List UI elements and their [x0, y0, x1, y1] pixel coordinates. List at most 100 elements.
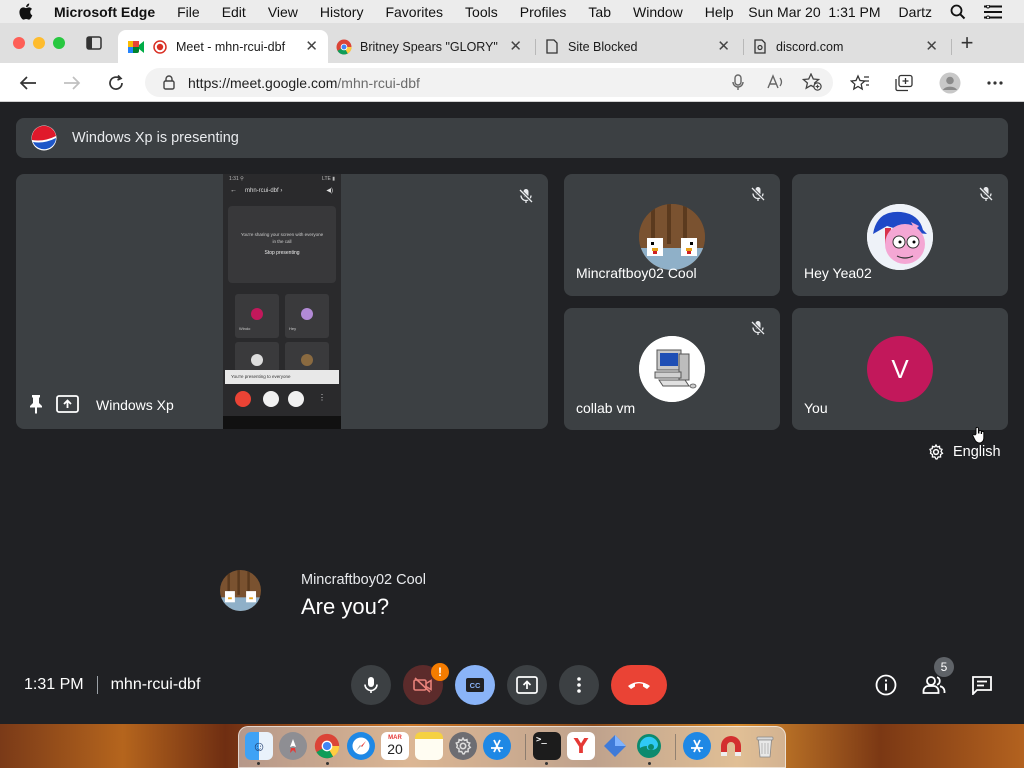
- app-store-icon[interactable]: [483, 732, 511, 760]
- address-bar[interactable]: https://meet.google.com/mhn-rcui-dbf: [145, 68, 833, 97]
- microphone-icon: [364, 677, 378, 693]
- menu-tools[interactable]: Tools: [465, 4, 498, 20]
- favorites-icon[interactable]: [848, 71, 872, 95]
- menu-file[interactable]: File: [177, 4, 200, 20]
- menu-edit[interactable]: Edit: [222, 4, 246, 20]
- phone-nav-bar: [223, 416, 341, 429]
- phone-more-icon: ⋮: [318, 393, 326, 402]
- tab-separator: [535, 39, 536, 55]
- tab-site-blocked[interactable]: Site Blocked ✕: [544, 30, 740, 63]
- menubar-clock[interactable]: Sun Mar 20 1:31 PM: [748, 4, 880, 20]
- back-icon[interactable]: [16, 71, 40, 95]
- tab-actions-icon[interactable]: [82, 31, 106, 55]
- chrome-dock-icon[interactable]: [313, 732, 341, 760]
- phone-stop-presenting: Stop presenting: [264, 250, 300, 256]
- yandex-icon[interactable]: Y: [567, 732, 595, 760]
- system-preferences-icon[interactable]: [449, 732, 477, 760]
- finder-icon[interactable]: ☺: [245, 732, 273, 760]
- app-store-downloads-icon[interactable]: [683, 732, 711, 760]
- computer-avatar: [639, 336, 705, 402]
- mic-off-icon: [750, 186, 768, 204]
- google-meet-icon: [128, 39, 144, 55]
- presenting-banner: Windows Xp is presenting: [16, 118, 1008, 158]
- tab-meet[interactable]: Meet - mhn-rcui-dbf ✕: [118, 30, 328, 63]
- url-text[interactable]: https://meet.google.com/mhn-rcui-dbf: [188, 75, 420, 91]
- chat-icon: [972, 676, 992, 695]
- phone-volume-icon: ◀): [326, 188, 333, 194]
- refresh-icon[interactable]: [104, 71, 128, 95]
- caption-language-selector[interactable]: English: [928, 444, 1001, 460]
- discord-page-icon: [752, 39, 768, 55]
- new-tab-icon[interactable]: +: [955, 30, 979, 55]
- pin-icon[interactable]: [28, 394, 44, 414]
- captions-button[interactable]: CC: [455, 665, 495, 705]
- tab-title: discord.com: [776, 39, 844, 54]
- close-tab-icon[interactable]: ✕: [509, 39, 522, 54]
- participant-tile[interactable]: collab vm: [564, 308, 780, 430]
- calendar-icon[interactable]: MAR 20: [381, 732, 409, 760]
- menu-profiles[interactable]: Profiles: [520, 4, 567, 20]
- close-window-button[interactable]: [13, 37, 25, 49]
- lock-icon[interactable]: [157, 70, 181, 94]
- edge-icon[interactable]: [635, 732, 663, 760]
- microphone-in-use-icon[interactable]: [726, 70, 750, 94]
- participant-tile[interactable]: Hey Yea02: [792, 174, 1008, 296]
- app-name[interactable]: Microsoft Edge: [54, 4, 155, 20]
- read-aloud-icon[interactable]: [764, 70, 788, 94]
- menu-tab[interactable]: Tab: [588, 4, 611, 20]
- caption-text: Are you?: [301, 594, 390, 619]
- tab-title: Meet - mhn-rcui-dbf: [176, 39, 286, 54]
- menu-history[interactable]: History: [320, 4, 364, 20]
- presentation-tile[interactable]: 1:31 ⚲ LTE ▮ ← mhn-rcui-dbf › ◀) You're …: [16, 174, 548, 429]
- forward-icon[interactable]: [60, 71, 84, 95]
- close-tab-icon[interactable]: ✕: [305, 39, 318, 54]
- trash-icon[interactable]: [751, 732, 779, 760]
- notes-icon[interactable]: [415, 732, 443, 760]
- menu-favorites[interactable]: Favorites: [385, 4, 443, 20]
- more-options-button[interactable]: [559, 665, 599, 705]
- divider: [96, 676, 98, 694]
- tab-britney[interactable]: Britney Spears "GLORY" ✕: [336, 30, 532, 63]
- caption-language: English: [953, 444, 1001, 460]
- close-tab-icon[interactable]: ✕: [717, 39, 730, 54]
- profile-avatar-icon[interactable]: [938, 71, 962, 95]
- chat-button[interactable]: [970, 673, 994, 697]
- menu-view[interactable]: View: [268, 4, 298, 20]
- settings-more-icon[interactable]: [983, 71, 1007, 95]
- running-indicator: [545, 762, 548, 765]
- microphone-button[interactable]: [351, 665, 391, 705]
- close-tab-icon[interactable]: ✕: [925, 39, 938, 54]
- add-favorite-icon[interactable]: [800, 70, 824, 94]
- present-screen-icon: [56, 395, 80, 413]
- launchpad-icon[interactable]: [279, 732, 307, 760]
- leave-call-button[interactable]: [611, 665, 667, 705]
- tab-title: Britney Spears "GLORY": [360, 39, 498, 54]
- running-indicator: [257, 762, 260, 765]
- menubar-user[interactable]: Dartz: [899, 4, 932, 20]
- browser-toolbar: https://meet.google.com/mhn-rcui-dbf: [0, 63, 1024, 102]
- meeting-info-button[interactable]: [874, 673, 898, 697]
- participant-name: You: [804, 400, 828, 416]
- present-now-button[interactable]: [507, 665, 547, 705]
- diamond-app-icon[interactable]: [601, 732, 629, 760]
- phone-mini-tile: Windo: [235, 294, 279, 338]
- apple-menu-icon[interactable]: [18, 3, 38, 20]
- minimize-window-button[interactable]: [33, 37, 45, 49]
- people-icon: [922, 676, 946, 694]
- control-center-icon[interactable]: [984, 4, 1002, 19]
- maximize-window-button[interactable]: [53, 37, 65, 49]
- document-icon: [544, 39, 560, 55]
- safari-icon[interactable]: [347, 732, 375, 760]
- participant-tile[interactable]: Mincraftboy02 Cool: [564, 174, 780, 296]
- menu-window[interactable]: Window: [633, 4, 683, 20]
- collections-icon[interactable]: [892, 71, 916, 95]
- terminal-icon[interactable]: >_: [533, 732, 561, 760]
- phone-tile-b: Hey: [289, 326, 297, 331]
- tab-discord[interactable]: discord.com ✕: [752, 30, 948, 63]
- self-tile[interactable]: V You: [792, 308, 1008, 430]
- recording-icon: [152, 39, 168, 55]
- svg-text:CC: CC: [470, 681, 481, 690]
- spotlight-search-icon[interactable]: [950, 4, 966, 20]
- menu-help[interactable]: Help: [705, 4, 734, 20]
- magnet-icon[interactable]: [717, 732, 745, 760]
